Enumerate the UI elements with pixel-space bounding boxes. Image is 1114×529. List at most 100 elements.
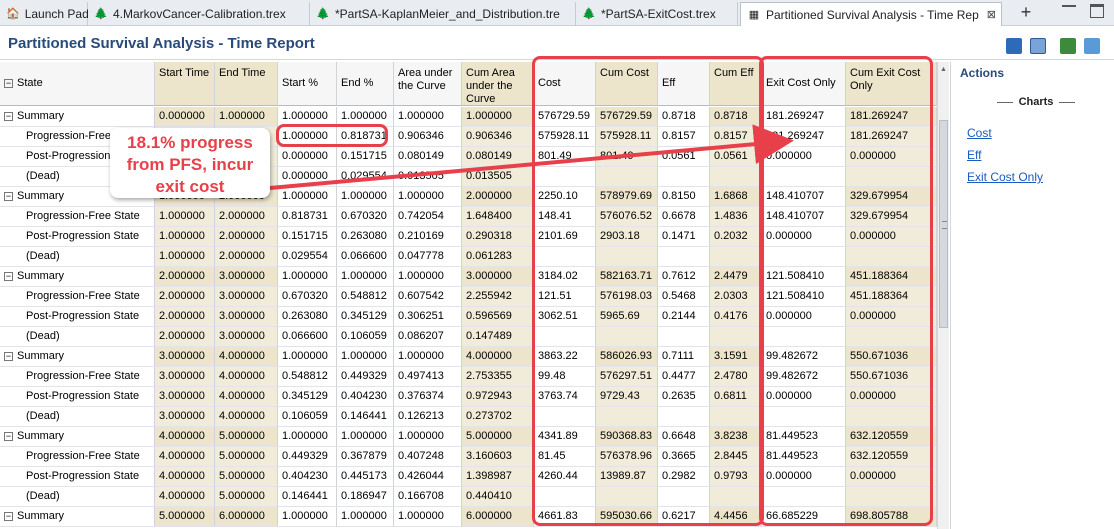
table-row[interactable]: (Dead) 2.000000 3.000000 0.066600 0.106059 0.… <box>0 327 937 347</box>
tab-launch-pad[interactable]: 🏠 Launch Pad <box>0 2 89 25</box>
cell-start-time: 2.000000 <box>155 307 215 327</box>
cell-start-time: 0.000000 <box>155 107 215 127</box>
report-header: Partitioned Survival Analysis - Time Rep… <box>0 27 1114 60</box>
cell-cum-exit-cost: 451.188364 <box>846 267 937 287</box>
table-row[interactable]: Post-Progression State 2.000000 3.000000 0.… <box>0 307 937 327</box>
cell-start-pct: 1.000000 <box>278 347 337 367</box>
col-header-end-pct[interactable]: End % <box>337 62 394 106</box>
cell-start-time: 3.000000 <box>155 407 215 427</box>
col-header-start-time[interactable]: Start Time <box>155 62 215 106</box>
cell-cum-eff: 0.8718 <box>710 107 762 127</box>
cell-auc: 0.607542 <box>394 287 462 307</box>
cell-eff: 0.4477 <box>658 367 710 387</box>
summary-row[interactable]: − Summary 3.000000 4.000000 1.000000 1.000000… <box>0 347 937 367</box>
export-report-icon[interactable] <box>1084 38 1100 54</box>
collapse-icon[interactable]: − <box>4 271 13 281</box>
summary-row[interactable]: − Summary 4.000000 5.000000 1.000000 1.000000… <box>0 427 937 447</box>
scrollbar-thumb[interactable] <box>939 120 948 328</box>
cell-end-time: 3.000000 <box>215 287 278 307</box>
copy-icon[interactable] <box>1030 38 1046 54</box>
cell-exit-cost: 121.508410 <box>762 267 846 287</box>
cell-exit-cost: 121.508410 <box>762 287 846 307</box>
table-row[interactable]: Progression-Free State 2.000000 3.000000 0.… <box>0 287 937 307</box>
save-icon[interactable] <box>1006 38 1022 54</box>
cell-cum-exit-cost: 0.000000 <box>846 227 937 247</box>
chart-link-eff[interactable]: Eff <box>967 148 981 162</box>
cell-auc: 0.497413 <box>394 367 462 387</box>
table-row[interactable]: Progression-Free State 3.000000 4.000000 0.… <box>0 367 937 387</box>
cell-exit-cost: 0.000000 <box>762 307 846 327</box>
collapse-icon[interactable]: − <box>4 191 13 201</box>
tab-partsa-kaplanmeier[interactable]: 🌲 *PartSA-KaplanMeier_and_Distribution.t… <box>310 2 576 25</box>
col-header-cum-exit-cost[interactable]: Cum Exit Cost Only <box>846 62 937 106</box>
cell-end-pct: 0.345129 <box>337 307 394 327</box>
table-row[interactable]: Post-Progression State 1.000000 2.000000 0.… <box>0 227 937 247</box>
chart-link-cost[interactable]: Cost <box>967 126 992 140</box>
col-header-state[interactable]: − State <box>0 62 155 106</box>
table-row[interactable]: (Dead) 3.000000 4.000000 0.106059 0.146441 0.… <box>0 407 937 427</box>
cell-exit-cost: 99.482672 <box>762 347 846 367</box>
table-row[interactable]: (Dead) 1.000000 2.000000 0.029554 0.066600 0.… <box>0 247 937 267</box>
cell-cost: 4661.83 <box>534 507 596 527</box>
cell-exit-cost: 66.685229 <box>762 507 846 527</box>
cell-cost: 576729.59 <box>534 107 596 127</box>
cell-state: − Summary <box>0 107 155 127</box>
table-row[interactable]: Post-Progression State 3.000000 4.000000 0.… <box>0 387 937 407</box>
cell-cost: 575928.11 <box>534 127 596 147</box>
cell-cum-exit-cost: 632.120559 <box>846 447 937 467</box>
cell-cost <box>534 407 596 427</box>
close-tab-icon[interactable]: ⊠ <box>987 8 996 21</box>
cell-state: − Summary <box>0 427 155 447</box>
collapse-icon[interactable]: − <box>4 511 13 521</box>
cell-start-pct: 0.000000 <box>278 147 337 167</box>
cell-cum-exit-cost: 181.269247 <box>846 127 937 147</box>
cell-exit-cost: 0.000000 <box>762 387 846 407</box>
cell-start-pct: 1.000000 <box>278 107 337 127</box>
cell-exit-cost: 0.000000 <box>762 467 846 487</box>
cell-cum-eff: 2.4780 <box>710 367 762 387</box>
cell-cum-eff <box>710 327 762 347</box>
new-tab-button[interactable]: + <box>1016 2 1036 24</box>
table-row[interactable]: (Dead) 4.000000 5.000000 0.146441 0.186947 0.… <box>0 487 937 507</box>
maximize-icon[interactable] <box>1090 4 1104 18</box>
cell-state: Progression-Free State <box>0 207 155 227</box>
col-header-cum-eff[interactable]: Cum Eff <box>710 62 762 106</box>
col-header-eff[interactable]: Eff <box>658 62 710 106</box>
collapse-all-icon[interactable]: − <box>4 78 13 88</box>
summary-row[interactable]: − Summary 2.000000 3.000000 1.000000 1.000000… <box>0 267 937 287</box>
cell-cum-auc: 2.255942 <box>462 287 534 307</box>
cell-cum-exit-cost <box>846 327 937 347</box>
col-header-cum-auc[interactable]: Cum Area under the Curve <box>462 62 534 106</box>
col-header-auc[interactable]: Area under the Curve <box>394 62 462 106</box>
minimize-icon[interactable] <box>1062 5 1076 19</box>
tab-partsa-exitcost[interactable]: 🌲 *PartSA-ExitCost.trex <box>576 2 738 25</box>
summary-row[interactable]: − Summary 0.000000 1.000000 1.000000 1.000000… <box>0 107 937 127</box>
col-header-start-pct[interactable]: Start % <box>278 62 337 106</box>
table-row[interactable]: Progression-Free State 4.000000 5.000000 0.… <box>0 447 937 467</box>
tab-time-report[interactable]: ▦ Partitioned Survival Analysis - Time R… <box>740 2 1002 26</box>
summary-row[interactable]: − Summary 5.000000 6.000000 1.000000 1.000000… <box>0 507 937 527</box>
collapse-icon[interactable]: − <box>4 111 13 121</box>
export-excel-icon[interactable] <box>1060 38 1076 54</box>
col-header-end-time[interactable]: End Time <box>215 62 278 106</box>
col-header-exit-cost[interactable]: Exit Cost Only <box>762 62 846 106</box>
col-header-cost[interactable]: Cost <box>534 62 596 106</box>
cell-start-time: 1.000000 <box>155 227 215 247</box>
chart-link-exit-cost[interactable]: Exit Cost Only <box>967 170 1043 184</box>
tab-label: Launch Pad <box>24 6 89 21</box>
cell-state: (Dead) <box>0 407 155 427</box>
cell-cum-eff: 2.4479 <box>710 267 762 287</box>
cell-start-time: 1.000000 <box>155 207 215 227</box>
collapse-icon[interactable]: − <box>4 431 13 441</box>
cell-cum-auc: 3.160603 <box>462 447 534 467</box>
table-scrollbar[interactable]: ▲ <box>937 62 949 529</box>
collapse-icon[interactable]: − <box>4 351 13 361</box>
col-header-cum-cost[interactable]: Cum Cost <box>596 62 658 106</box>
scroll-up-icon[interactable]: ▲ <box>940 66 947 73</box>
table-row[interactable]: Post-Progression State 4.000000 5.000000 0.… <box>0 467 937 487</box>
tab-markov-cancer-calibration[interactable]: 🌲 4.MarkovCancer-Calibration.trex <box>88 2 310 25</box>
table-row[interactable]: Progression-Free State 1.000000 2.000000 0.… <box>0 207 937 227</box>
actions-title: Actions <box>960 66 1005 80</box>
cell-auc: 1.000000 <box>394 347 462 367</box>
cell-exit-cost: 0.000000 <box>762 147 846 167</box>
